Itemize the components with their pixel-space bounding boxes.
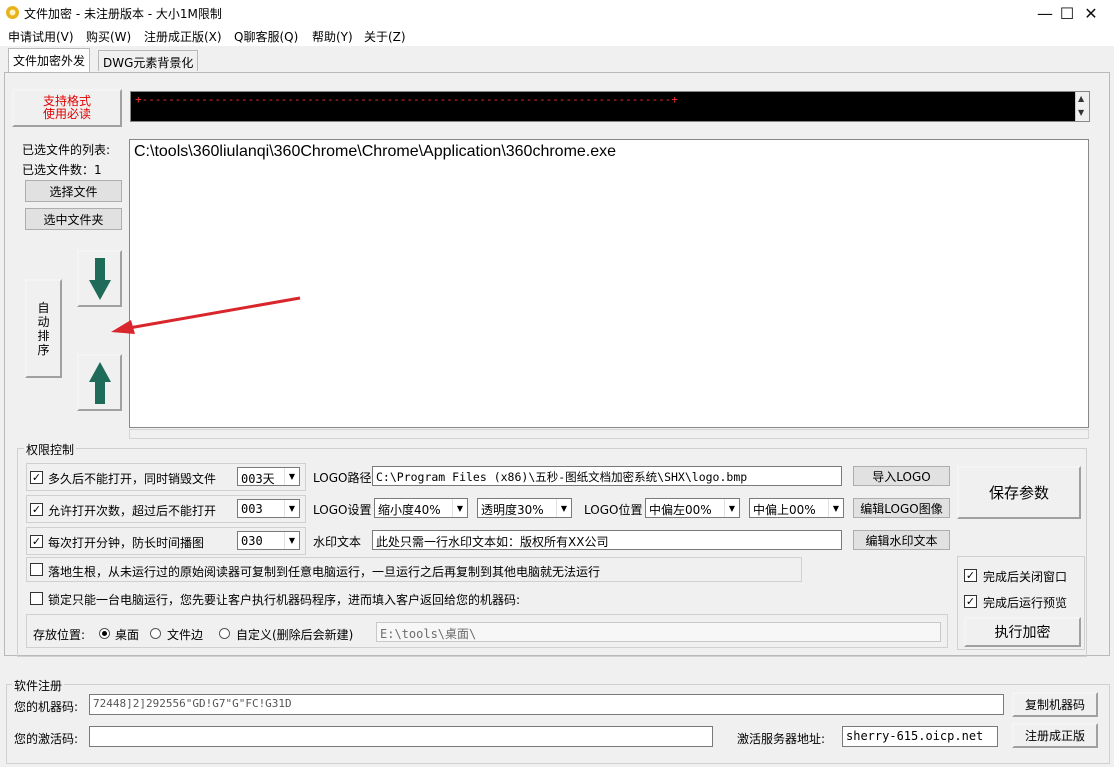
radio-file-side[interactable] [150,628,161,639]
tab-strip: 文件加密外发 DWG元素背景化 [0,46,1114,72]
tab-file-encrypt[interactable]: 文件加密外发 [8,48,91,72]
logo-pos-x-value: 中偏左00% [649,503,712,517]
save-params-button[interactable]: 保存参数 [957,466,1081,519]
logo-opacity-value: 透明度30% [481,503,544,517]
copy-machine-code-button[interactable]: 复制机器码 [1012,692,1098,717]
open-count-label: 允许打开次数，超过后不能打开 [48,504,217,518]
menu-bar: 申请试用(V) 购买(W) 注册成正版(X) Q聊客服(Q) 帮助(Y) 关于(… [0,26,1114,46]
auto-sort-button[interactable]: 自 动 排 序 [25,279,62,378]
progress-banner: +---------------------------------------… [130,91,1090,122]
radio-selected-dot [102,631,107,636]
preview-after-label: 完成后运行预览 [983,596,1068,610]
activation-code-field[interactable] [89,726,713,747]
file-list[interactable]: C:\tools\360liulanqi\360Chrome\Chrome\Ap… [129,139,1089,428]
watermark-field[interactable]: 此处只需一行水印文本如：版权所有XX公司 [372,530,842,550]
menu-help[interactable]: 帮助(Y) [312,28,353,45]
menu-trial[interactable]: 申请试用(V) [8,28,74,45]
file-list-label: 已选文件的列表: [22,143,111,157]
close-button[interactable]: ✕ [1068,0,1114,26]
minutes-value: 030 [241,534,263,548]
server-address-label: 激活服务器地址: [737,732,826,746]
custom-path-field[interactable]: E:\tools\桌面\ [376,622,941,642]
watermark-label: 水印文本 [313,535,362,549]
menu-register[interactable]: 注册成正版(X) [144,28,222,45]
chevron-down-icon: ▼ [284,532,299,549]
destroy-label: 多久后不能打开，同时销毁文件 [48,472,217,486]
close-after-checkbox[interactable]: ✓ [964,569,977,582]
days-value: 003天 [241,472,275,486]
logo-path-field[interactable]: C:\Program Files (x86)\五秒-图纸文档加密系统\SHX\l… [372,466,842,486]
radio-desktop[interactable] [99,628,110,639]
logo-pos-y-value: 中偏上00% [753,503,816,517]
preview-after-checkbox[interactable]: ✓ [964,595,977,608]
scroll-up-icon[interactable]: ▲ [1078,94,1084,103]
save-location-label: 存放位置: [33,628,86,642]
chevron-down-icon: ▼ [556,499,571,517]
minutes-label: 每次打开分钟，防长时间播图 [48,536,205,550]
registration-legend: 软件注册 [12,677,65,694]
logo-pos-y-select[interactable]: 中偏上00% ▼ [749,498,844,518]
activation-code-label: 您的激活码: [14,732,79,746]
format-guide-line2: 使用必读 [42,107,91,121]
app-logo-icon [6,6,19,19]
chevron-down-icon: ▼ [724,499,739,517]
title-bar: 文件加密 - 未注册版本 - 大小1M限制 — ☐ ✕ [0,0,1114,26]
edit-logo-button[interactable]: 编辑LOGO图像 [853,498,950,518]
select-file-button[interactable]: 选择文件 [25,180,122,202]
radio-custom[interactable] [219,628,230,639]
lock-label: 锁定只能一台电脑运行，您先要让客户执行机器码程序，进而填入客户返回给您的机器码: [48,593,521,607]
file-list-item[interactable]: C:\tools\360liulanqi\360Chrome\Chrome\Ap… [134,143,616,161]
move-up-button[interactable] [77,354,122,411]
logo-opacity-select[interactable]: 透明度30% ▼ [477,498,572,518]
tab-dwg-background[interactable]: DWG元素背景化 [98,50,199,71]
root-checkbox[interactable] [30,563,43,576]
root-label: 落地生根，从未运行过的原始阅读器可复制到任意电脑运行，一旦运行之后再复制到其他电… [48,565,601,579]
select-folder-button[interactable]: 选中文件夹 [25,208,122,230]
radio-custom-label: 自定义(删除后会新建) [236,628,354,642]
open-count-value: 003 [241,502,263,516]
machine-code-field[interactable]: 72448]2]292556"GD!G7"G"FC!G31D [89,694,1004,715]
arrow-up-icon [88,361,111,404]
chevron-down-icon: ▼ [284,468,299,485]
radio-desktop-label: 桌面 [115,628,140,642]
file-list-hscrollbar[interactable] [129,429,1089,439]
server-address-field[interactable]: sherry-615.oicp.net [842,726,998,747]
permission-legend: 权限控制 [24,441,77,458]
chevron-down-icon: ▼ [828,499,843,517]
menu-qq-support[interactable]: Q聊客服(Q) [234,28,298,45]
logo-scale-value: 缩小度40% [378,503,441,517]
chevron-down-icon: ▼ [452,499,467,517]
minutes-checkbox[interactable]: ✓ [30,535,43,548]
logo-scale-select[interactable]: 缩小度40% ▼ [374,498,468,518]
scroll-down-icon[interactable]: ▼ [1078,108,1084,117]
menu-about[interactable]: 关于(Z) [364,28,406,45]
destroy-checkbox[interactable]: ✓ [30,471,43,484]
logo-path-label: LOGO路径 [313,471,372,485]
import-logo-button[interactable]: 导入LOGO [853,466,950,486]
banner-scrollbar[interactable]: ▲ ▼ [1075,92,1089,121]
menu-buy[interactable]: 购买(W) [86,28,131,45]
edit-watermark-button[interactable]: 编辑水印文本 [853,530,950,550]
close-after-label: 完成后关闭窗口 [983,570,1068,584]
minutes-select[interactable]: 030 ▼ [237,531,300,550]
open-count-select[interactable]: 003 ▼ [237,499,300,518]
chevron-down-icon: ▼ [284,500,299,517]
logo-position-label: LOGO位置 [584,503,643,517]
window-title: 文件加密 - 未注册版本 - 大小1M限制 [24,7,222,21]
format-guide-button[interactable]: 支持格式 使用必读 [12,89,122,127]
banner-text: +---------------------------------------… [135,93,679,106]
annotation-arrow-icon [111,296,301,334]
radio-file-side-label: 文件边 [167,628,204,642]
logo-settings-label: LOGO设置 [313,503,372,517]
open-count-checkbox[interactable]: ✓ [30,503,43,516]
days-select[interactable]: 003天 ▼ [237,467,300,486]
file-count-label: 已选文件数：1 [22,163,102,177]
execute-encrypt-button[interactable]: 执行加密 [964,617,1081,647]
register-button[interactable]: 注册成正版 [1012,723,1098,748]
logo-pos-x-select[interactable]: 中偏左00% ▼ [645,498,740,518]
lock-checkbox[interactable] [30,592,43,605]
machine-code-label: 您的机器码: [14,700,79,714]
